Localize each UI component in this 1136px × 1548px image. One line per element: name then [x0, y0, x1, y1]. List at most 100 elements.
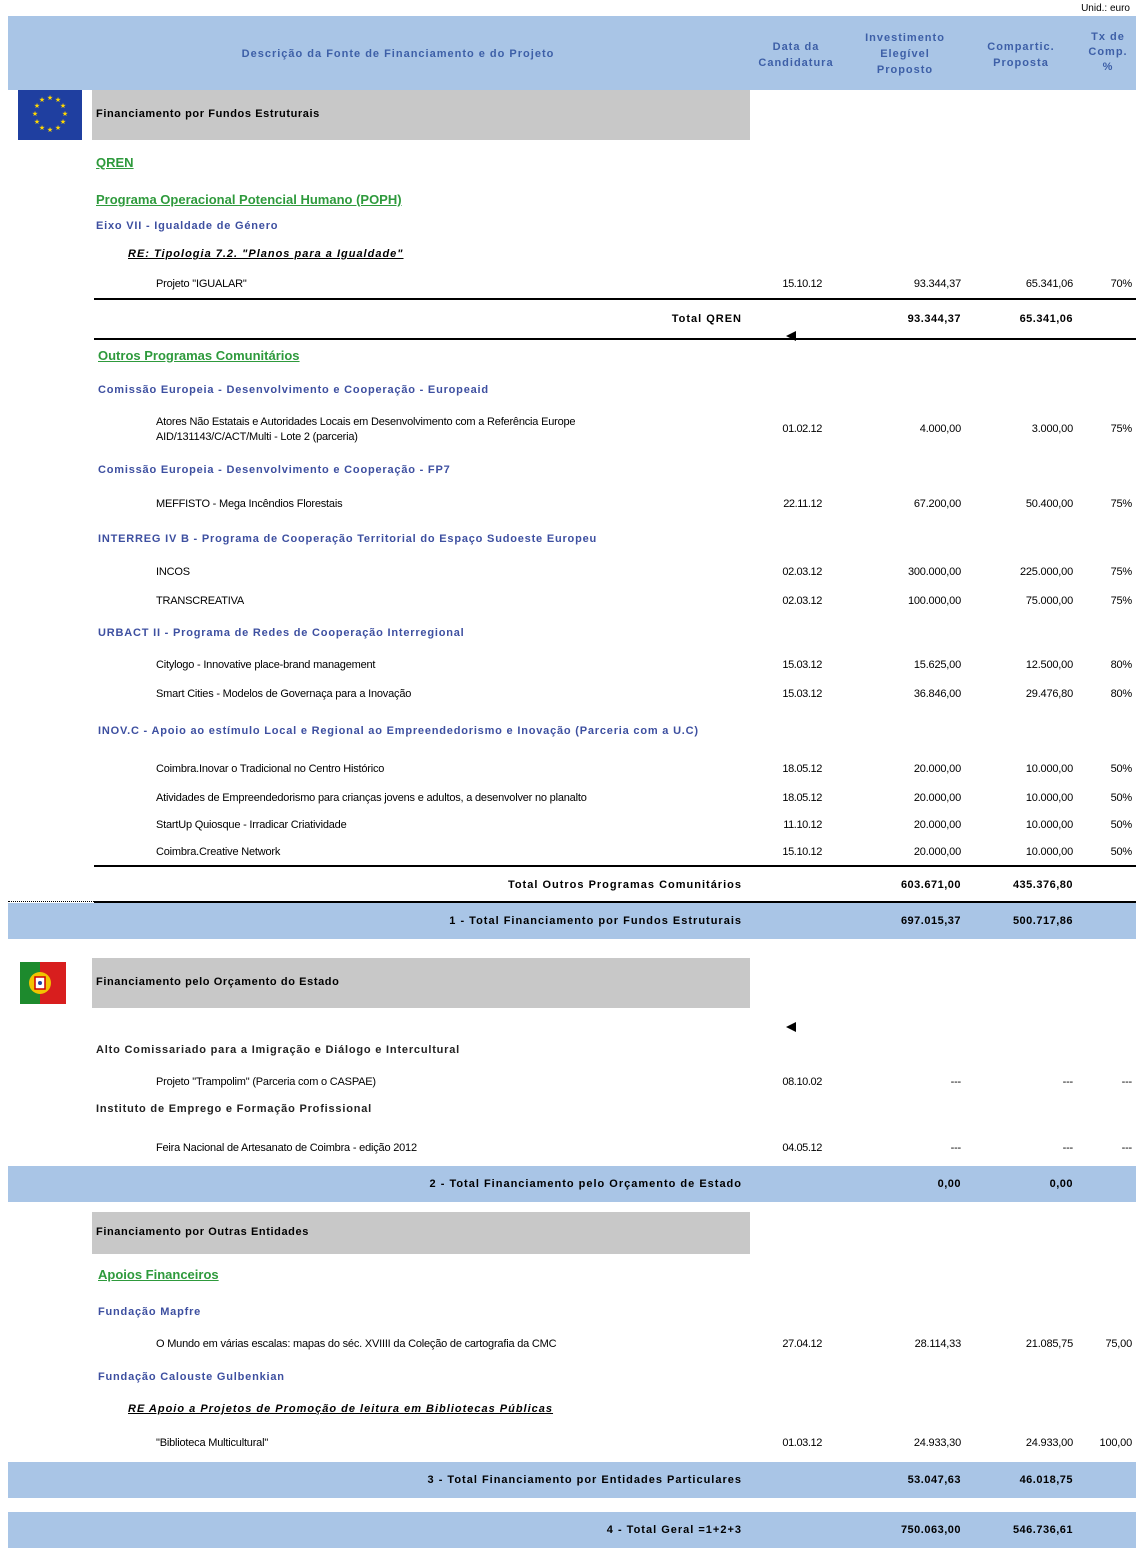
eu-flag: ★ ★ ★ ★ ★ ★ ★ ★ ★ ★ ★ ★: [8, 90, 92, 140]
item-comparticipation: ---: [1062, 1142, 1074, 1154]
svg-text:★: ★: [47, 94, 53, 102]
item-rate: 50%: [1110, 819, 1133, 831]
poph-link[interactable]: Programa Operacional Potencial Humano (P…: [96, 192, 402, 207]
svg-text:★: ★: [34, 118, 40, 126]
mapfre-heading: Fundação Mapfre: [98, 1306, 202, 1318]
fp7-heading: Comissão Europeia - Desenvolvimento e Co…: [98, 464, 451, 476]
total-outros-comparticipation: 435.376,80: [1012, 879, 1073, 891]
total3-comparticipation: 46.018,75: [1019, 1474, 1073, 1486]
item-name: Projeto "Trampolim" (Parceria com o CASP…: [156, 1076, 376, 1088]
header-date: Data da Candidatura: [758, 41, 834, 69]
section-title: Financiamento por Outras Entidades: [96, 1226, 309, 1238]
item-comparticipation: 10.000,00: [1025, 819, 1073, 831]
item-comparticipation: 24.933,00: [1025, 1437, 1073, 1449]
section-header-outras: Financiamento por Outras Entidades: [92, 1212, 750, 1254]
item-comparticipation: 225.000,00: [1019, 566, 1073, 578]
item-rate: 100,00: [1099, 1437, 1133, 1449]
interreg-heading: INTERREG IV B - Programa de Cooperação T…: [98, 533, 598, 545]
item-date: 15.03.12: [782, 659, 822, 671]
item-name: Smart Cities - Modelos de Governaça para…: [156, 688, 412, 700]
total-band-4: 4 - Total Geral =1+2+3 750.063,00 546.73…: [8, 1512, 1136, 1548]
item-name: O Mundo em várias escalas: mapas do séc.…: [156, 1338, 557, 1350]
item-name: Atividades de Empreendedorismo para cria…: [156, 792, 587, 804]
item-comparticipation: 29.476,80: [1025, 688, 1073, 700]
item-name: "Biblioteca Multicultural": [156, 1437, 269, 1449]
item-comparticipation: 21.085,75: [1025, 1338, 1073, 1350]
item-investment: 20.000,00: [913, 792, 961, 804]
total2-investment: 0,00: [937, 1178, 961, 1190]
inovc-heading: INOV.C - Apoio ao estímulo Local e Regio…: [98, 725, 699, 737]
svg-text:★: ★: [55, 124, 61, 132]
item-comparticipation: 65.341,06: [1025, 278, 1073, 290]
header-comparticipation: Compartic. Proposta: [987, 41, 1055, 69]
item-name: Projeto "IGUALAR": [156, 278, 247, 290]
item-rate: 75%: [1110, 498, 1133, 510]
item-comparticipation: 10.000,00: [1025, 846, 1073, 858]
item-rate: 50%: [1110, 763, 1133, 775]
item-date: 18.05.12: [782, 792, 822, 804]
svg-text:★: ★: [60, 102, 66, 110]
total-outros-label: Total Outros Programas Comunitários: [507, 879, 742, 891]
total4-investment: 750.063,00: [900, 1524, 961, 1536]
svg-text:★: ★: [47, 126, 53, 134]
total4-label: 4 - Total Geral =1+2+3: [606, 1524, 742, 1536]
item-investment: 300.000,00: [907, 566, 961, 578]
item-comparticipation: ---: [1062, 1076, 1074, 1088]
divider: [94, 338, 1136, 340]
item-date: 18.05.12: [782, 763, 822, 775]
total-band-2: 2 - Total Financiamento pelo Orçamento d…: [8, 1166, 1136, 1202]
re-leitura-heading: RE Apoio a Projetos de Promoção de leitu…: [128, 1403, 554, 1415]
item-comparticipation: 12.500,00: [1025, 659, 1073, 671]
table-header: Descrição da Fonte de Financiamento e do…: [8, 16, 1136, 90]
total3-investment: 53.047,63: [907, 1474, 961, 1486]
item-name: StartUp Quiosque - Irradicar Criatividad…: [156, 819, 347, 831]
total-qren-investment: 93.344,37: [907, 313, 961, 325]
item-comparticipation: 50.400,00: [1025, 498, 1073, 510]
iefp-heading: Instituto de Emprego e Formação Profissi…: [96, 1103, 373, 1115]
total1-investment: 697.015,37: [900, 915, 961, 927]
acidi-heading: Alto Comissariado para a Imigração e Diá…: [96, 1044, 461, 1056]
item-investment: 24.933,30: [913, 1437, 961, 1449]
item-date: 15.03.12: [782, 688, 822, 700]
item-name: Citylogo - Innovative place-brand manage…: [156, 659, 376, 671]
apoios-link[interactable]: Apoios Financeiros: [98, 1267, 219, 1282]
item-rate: 75,00: [1105, 1338, 1132, 1350]
item-comparticipation: 3.000,00: [1031, 423, 1073, 435]
item-comparticipation: 75.000,00: [1025, 595, 1073, 607]
urbact-heading: URBACT II - Programa de Redes de Coopera…: [98, 627, 465, 639]
total1-comparticipation: 500.717,86: [1012, 915, 1073, 927]
qren-link[interactable]: QREN: [96, 155, 134, 170]
total-band-1: 1 - Total Financiamento por Fundos Estru…: [8, 903, 1136, 939]
item-rate: 75%: [1110, 423, 1133, 435]
item-investment: ---: [950, 1076, 962, 1088]
section-header-structural: Financiamento por Fundos Estruturais: [92, 90, 750, 140]
item-rate: ---: [1121, 1142, 1133, 1154]
divider: [94, 865, 1136, 867]
item-date: 01.02.12: [782, 423, 822, 435]
item-investment: 15.625,00: [913, 659, 961, 671]
item-investment: 100.000,00: [907, 595, 961, 607]
item-rate: 80%: [1110, 659, 1133, 671]
item-investment: ---: [950, 1142, 962, 1154]
unit-label: Unid.: euro: [1081, 3, 1130, 14]
total2-comparticipation: 0,00: [1049, 1178, 1073, 1190]
item-date: 02.03.12: [782, 566, 822, 578]
outros-programas-link[interactable]: Outros Programas Comunitários: [98, 348, 300, 363]
item-name: Coimbra.Inovar o Tradicional no Centro H…: [156, 763, 385, 775]
svg-text:★: ★: [32, 110, 38, 118]
item-rate: 50%: [1110, 846, 1133, 858]
item-rate: 75%: [1110, 566, 1133, 578]
item-date: 04.05.12: [782, 1142, 822, 1154]
item-rate: ---: [1121, 1076, 1133, 1088]
item-name: INCOS: [156, 566, 190, 578]
item-investment: 36.846,00: [913, 688, 961, 700]
item-name: TRANSCREATIVA: [156, 595, 245, 607]
item-comparticipation: 10.000,00: [1025, 763, 1073, 775]
section-header-estado: Financiamento pelo Orçamento do Estado: [92, 958, 750, 1008]
total-outros-investment: 603.671,00: [900, 879, 961, 891]
europeaid-heading: Comissão Europeia - Desenvolvimento e Co…: [98, 384, 489, 396]
item-date: 27.04.12: [782, 1338, 822, 1350]
portugal-flag: [8, 958, 92, 1008]
dotted-divider: [8, 901, 94, 902]
eixo-heading: Eixo VII - Igualdade de Género: [96, 220, 279, 232]
